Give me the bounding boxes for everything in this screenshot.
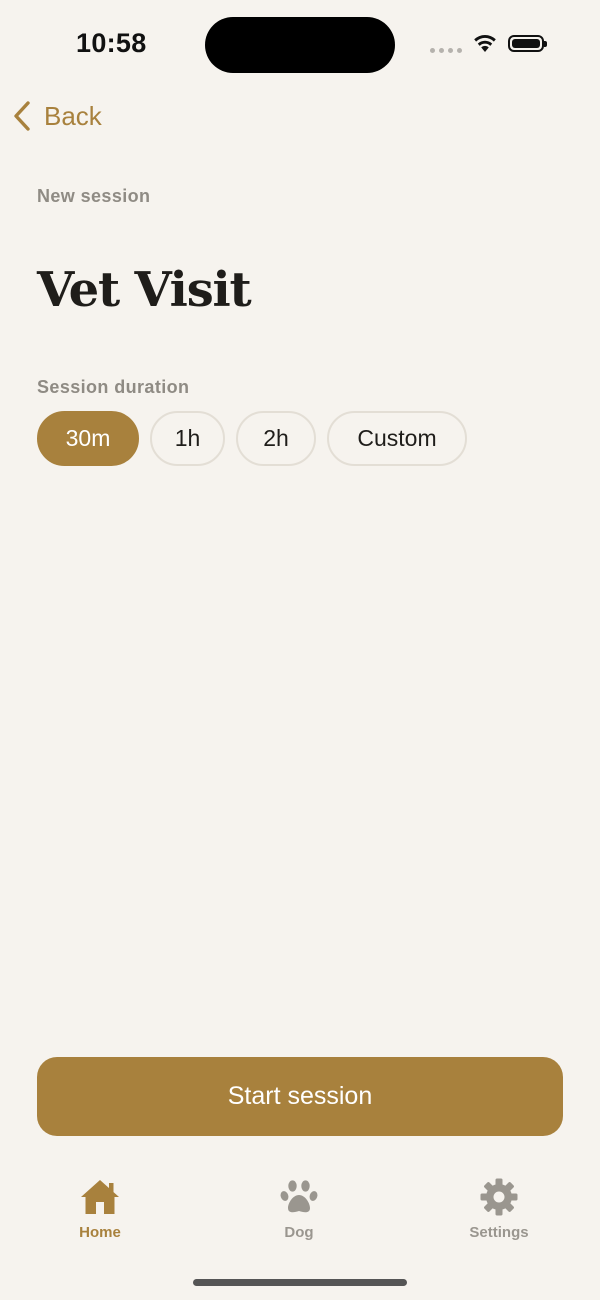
duration-chip-2h[interactable]: 2h [236,411,316,466]
tab-dog[interactable]: Dog [229,1175,369,1255]
start-session-button[interactable]: Start session [37,1057,563,1136]
eyebrow-label: New session [37,186,151,206]
battery-icon [508,35,547,52]
dynamic-island [205,17,395,73]
paw-icon [277,1175,321,1219]
status-time: 10:58 [76,28,147,58]
tab-home-label: Home [79,1224,121,1241]
tab-settings-label: Settings [469,1224,529,1241]
gear-icon [477,1175,521,1219]
tab-dog-label: Dog [284,1224,314,1241]
duration-chip-custom[interactable]: Custom [327,411,467,466]
status-icons [430,30,555,60]
tab-bar: Home Dog Settings [0,1175,600,1255]
new-session-screen: 10:58 Back New session Vet Visit Session… [0,0,600,1300]
duration-chip-1h[interactable]: 1h [150,411,225,466]
back-button[interactable]: Back [12,98,102,134]
duration-options: 30m 1h 2h Custom [37,411,467,466]
chevron-left-icon [14,101,30,131]
cellular-signal-icon [430,48,462,54]
home-indicator [193,1279,407,1286]
page-title: Vet Visit [37,262,252,318]
tab-home[interactable]: Home [30,1175,170,1255]
duration-label: Session duration [37,377,190,397]
back-label: Back [44,100,102,131]
duration-chip-30m[interactable]: 30m [37,411,139,466]
tab-settings[interactable]: Settings [429,1175,569,1255]
wifi-icon [474,34,496,52]
home-icon [78,1175,122,1219]
